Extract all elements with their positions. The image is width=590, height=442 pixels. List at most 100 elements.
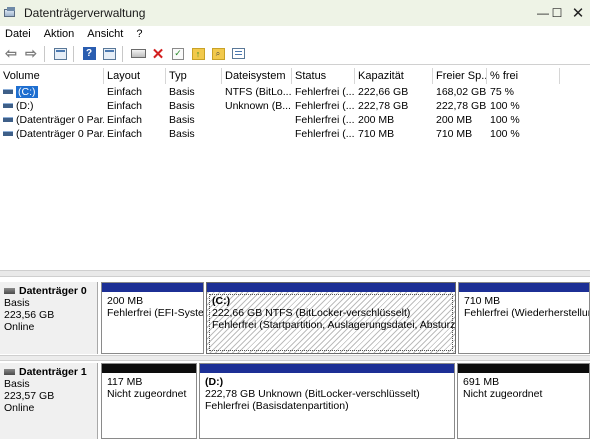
col-header-layout[interactable]: Layout — [104, 68, 166, 84]
table-row[interactable]: (C:) Einfach Basis NTFS (BitLo... Fehler… — [0, 85, 590, 99]
disk-0-type: Basis — [4, 297, 30, 309]
disk-1-status: Online — [4, 402, 35, 414]
partition-status: Fehlerfrei (EFI-Systempartition) — [107, 307, 204, 319]
table-row[interactable]: (Datenträger 0 Par... Einfach Basis Fehl… — [0, 127, 590, 141]
col-header-volume[interactable]: Volume — [0, 68, 104, 84]
cell-freier-speicher: 200 MB — [436, 114, 473, 126]
cell-prozent-frei: 75 % — [490, 86, 514, 98]
disk-management-icon — [4, 7, 18, 19]
settings-list-icon[interactable] — [229, 45, 247, 63]
cell-kapazitaet: 222,78 GB — [358, 100, 409, 112]
partition-recovery[interactable]: 710 MB Fehlerfrei (Wiederherstellungspar… — [458, 282, 590, 354]
disk-1-label[interactable]: Datenträger 1 Basis 223,57 GB Online — [0, 363, 98, 439]
partition-c[interactable]: (C:) 222,66 GB NTFS (BitLocker-verschlüs… — [206, 282, 456, 354]
partition-bar — [459, 283, 589, 292]
volume-icon — [3, 116, 13, 122]
check-icon[interactable]: ✓ — [169, 45, 187, 63]
cell-status: Fehlerfrei (... — [295, 86, 355, 98]
volume-icon — [3, 102, 13, 108]
forward-arrow-icon[interactable]: ⇨ — [22, 45, 40, 63]
menu-datei[interactable]: Datei — [0, 28, 36, 40]
cell-layout: Einfach — [107, 86, 143, 98]
partition-body: 200 MB Fehlerfrei (EFI-Systempartition) — [102, 292, 203, 353]
close-button[interactable]: ✕ — [566, 0, 590, 26]
disk-row-separator — [0, 355, 590, 361]
cell-dateisystem: Unknown (B... — [225, 100, 291, 112]
cell-volume[interactable]: (Datenträger 0 Par... — [0, 113, 104, 127]
console-tree-icon[interactable] — [51, 45, 69, 63]
help-icon[interactable]: ? — [80, 45, 98, 63]
col-header-prozent-frei[interactable]: % frei — [487, 68, 560, 84]
cell-prozent-frei: 100 % — [490, 114, 520, 126]
partition-status: Fehlerfrei (Startpartition, Auslagerungs… — [212, 319, 456, 331]
cell-volume[interactable]: (Datenträger 0 Par... — [0, 127, 104, 141]
cell-volume[interactable]: (D:) — [0, 99, 104, 113]
col-header-kapazitaet[interactable]: Kapazität — [355, 68, 433, 84]
disk-0-status: Online — [4, 321, 35, 333]
menu-aktion[interactable]: Aktion — [39, 28, 80, 40]
disk-0-size: 223,56 GB — [4, 309, 55, 321]
cell-typ: Basis — [169, 128, 195, 140]
partition-efi[interactable]: 200 MB Fehlerfrei (EFI-Systempartition) — [101, 282, 204, 354]
volume-table: Volume Layout Typ Dateisystem Status Kap… — [0, 66, 590, 270]
volume-icon — [3, 88, 13, 94]
disk-1-name: Datenträger 1 — [19, 366, 87, 378]
partition-title: (C:) — [212, 295, 231, 307]
col-header-freier-speicher[interactable]: Freier Sp... — [433, 68, 487, 84]
folder-search-icon[interactable]: ⌕ — [209, 45, 227, 63]
menu-ansicht[interactable]: Ansicht — [82, 28, 128, 40]
delete-icon[interactable]: ✕ — [149, 45, 167, 63]
partition-body: 710 MB Fehlerfrei (Wiederherstellungspar… — [459, 292, 589, 353]
cell-layout: Einfach — [107, 128, 143, 140]
cell-typ: Basis — [169, 100, 195, 112]
col-header-typ[interactable]: Typ — [166, 68, 222, 84]
partition-body: 691 MB Nicht zugeordnet — [458, 373, 589, 438]
cell-layout: Einfach — [107, 114, 143, 126]
menu-bar: Datei Aktion Ansicht ? — [0, 26, 590, 42]
cell-kapazitaet: 222,66 GB — [358, 86, 409, 98]
table-row[interactable]: (D:) Einfach Basis Unknown (B... Fehlerf… — [0, 99, 590, 113]
cell-layout: Einfach — [107, 100, 143, 112]
connect-disk-icon[interactable] — [129, 45, 147, 63]
volume-icon — [3, 130, 13, 136]
partition-size: 222,66 GB NTFS (BitLocker-verschlüsselt) — [212, 307, 411, 319]
disk-graphical-view: Datenträger 0 Basis 223,56 GB Online 200… — [0, 277, 590, 442]
cell-status: Fehlerfrei (... — [295, 114, 355, 126]
partition-size: 117 MB — [107, 376, 143, 388]
cell-status: Fehlerfrei (... — [295, 128, 355, 140]
volume-label: (D:) — [16, 100, 34, 112]
volume-label: (Datenträger 0 Par... — [16, 128, 104, 140]
folder-up-icon[interactable]: ↑ — [189, 45, 207, 63]
menu-help[interactable]: ? — [131, 28, 147, 40]
cell-prozent-frei: 100 % — [490, 100, 520, 112]
cell-kapazitaet: 200 MB — [358, 114, 395, 126]
title-bar: Datenträgerverwaltung — ☐ ✕ — [0, 0, 590, 26]
partition-unallocated-end[interactable]: 691 MB Nicht zugeordnet — [457, 363, 590, 439]
disk-0-name-row: Datenträger 0 — [4, 285, 97, 297]
pane-splitter[interactable] — [0, 270, 590, 277]
cell-dateisystem — [222, 127, 292, 141]
partition-body: (C:) 222,66 GB NTFS (BitLocker-verschlüs… — [207, 292, 455, 353]
cell-freier-speicher: 222,78 GB — [436, 100, 487, 112]
col-header-status[interactable]: Status — [292, 68, 355, 84]
disk-1-type: Basis — [4, 378, 30, 390]
toolbar-separator — [73, 45, 74, 62]
disk-icon — [4, 369, 15, 375]
col-header-dateisystem[interactable]: Dateisystem — [222, 68, 292, 84]
partition-size: 710 MB — [464, 295, 501, 307]
cell-typ: Basis — [169, 86, 195, 98]
cell-status: Fehlerfrei (... — [295, 100, 355, 112]
partition-bar — [102, 364, 196, 373]
disk-icon — [4, 288, 15, 294]
table-row[interactable]: (Datenträger 0 Par... Einfach Basis Fehl… — [0, 113, 590, 127]
volume-label: (Datenträger 0 Par... — [16, 114, 104, 126]
properties-icon[interactable] — [100, 45, 118, 63]
partition-d[interactable]: (D:) 222,78 GB Unknown (BitLocker-versch… — [199, 363, 455, 439]
back-arrow-icon[interactable]: ⇦ — [2, 45, 20, 63]
toolbar-separator — [44, 45, 45, 62]
partition-unallocated-start[interactable]: 117 MB Nicht zugeordnet — [101, 363, 197, 439]
disk-0-label[interactable]: Datenträger 0 Basis 223,56 GB Online — [0, 282, 98, 354]
toolbar-separator — [122, 45, 123, 62]
window-title: Datenträgerverwaltung — [24, 6, 146, 20]
cell-volume[interactable]: (C:) — [0, 85, 104, 99]
